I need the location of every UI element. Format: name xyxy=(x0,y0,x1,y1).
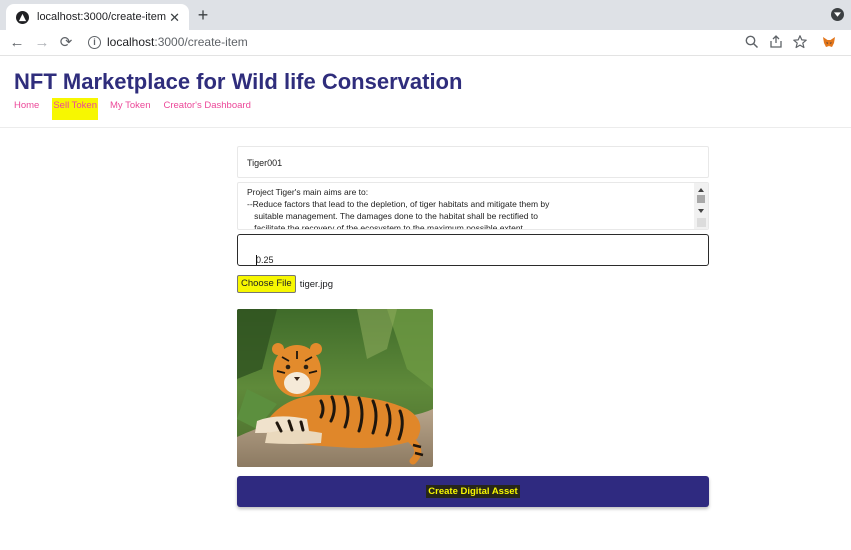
zoom-icon[interactable] xyxy=(744,34,760,50)
star-icon[interactable] xyxy=(792,34,808,50)
close-icon[interactable]: ✕ xyxy=(169,11,180,24)
resize-grip-icon[interactable] xyxy=(697,218,706,227)
main-nav: Home Sell Token My Token Creator's Dashb… xyxy=(14,98,264,120)
nav-link-creators-dashboard[interactable]: Creator's Dashboard xyxy=(164,100,251,112)
asset-price-input[interactable]: 0.25 xyxy=(237,234,709,266)
nav-link-home[interactable]: Home xyxy=(14,100,39,112)
url-path: :3000/create-item xyxy=(154,35,248,49)
scroll-up-icon[interactable] xyxy=(698,188,704,192)
reload-icon[interactable]: ⟳ xyxy=(57,33,75,53)
share-icon[interactable] xyxy=(768,34,784,50)
create-digital-asset-label: Create Digital Asset xyxy=(426,485,520,498)
scroll-down-icon[interactable] xyxy=(698,209,704,213)
forward-icon[interactable]: → xyxy=(33,33,51,53)
url-host: localhost xyxy=(107,35,155,49)
address-bar[interactable]: i localhost:3000/create-item xyxy=(80,31,840,55)
choose-file-button[interactable]: Choose File xyxy=(237,275,296,293)
metamask-icon[interactable] xyxy=(821,34,837,50)
asset-name-input[interactable]: Tiger001 xyxy=(237,146,709,178)
asset-description-textarea[interactable]: Project Tiger's main aims are to: --Redu… xyxy=(237,182,709,230)
nav-link-my-token[interactable]: My Token xyxy=(110,100,150,112)
scroll-thumb[interactable] xyxy=(697,195,705,203)
description-scrollbar[interactable] xyxy=(694,183,708,229)
tab-title: localhost:3000/create-item xyxy=(37,11,167,23)
site-header: NFT Marketplace for Wild life Conservati… xyxy=(0,57,851,128)
selected-file-name: tiger.jpg xyxy=(299,278,333,290)
create-digital-asset-button[interactable]: Create Digital Asset xyxy=(237,476,709,507)
browser-tab-strip: localhost:3000/create-item ✕ + xyxy=(0,0,851,30)
url-text: localhost:3000/create-item xyxy=(107,35,248,49)
page-title: NFT Marketplace for Wild life Conservati… xyxy=(14,69,463,94)
site-favicon-icon xyxy=(16,10,29,24)
asset-name-value: Tiger001 xyxy=(247,158,283,168)
asset-image-preview xyxy=(237,309,433,467)
info-icon[interactable]: i xyxy=(88,36,101,49)
new-tab-icon[interactable]: + xyxy=(196,5,210,25)
browser-tab[interactable]: localhost:3000/create-item ✕ xyxy=(6,4,189,30)
tab-menu-icon[interactable] xyxy=(831,8,844,21)
price-text: 0.25 xyxy=(256,255,274,265)
browser-toolbar: ← → ⟳ i localhost:3000/create-item xyxy=(0,30,851,56)
asset-description-value: Project Tiger's main aims are to: --Redu… xyxy=(247,187,550,230)
file-upload: Choose File tiger.jpg xyxy=(237,275,333,293)
nav-link-sell-token[interactable]: Sell Token xyxy=(52,98,99,120)
tiger-image xyxy=(237,309,433,467)
text-caret xyxy=(256,255,257,265)
back-icon[interactable]: ← xyxy=(8,33,26,53)
